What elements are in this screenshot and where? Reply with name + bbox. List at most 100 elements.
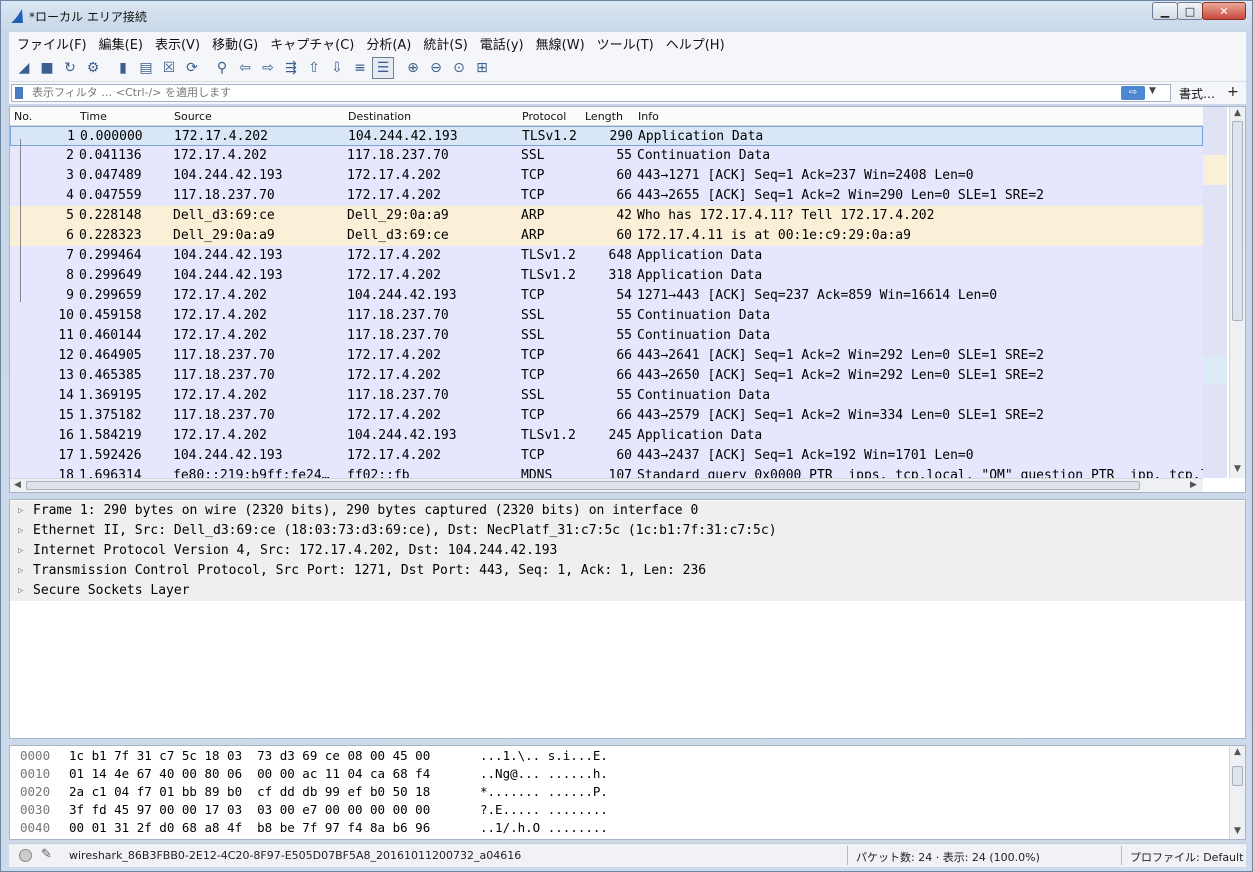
menu-item-1[interactable]: 編集(E) bbox=[95, 34, 151, 53]
hscroll-thumb[interactable] bbox=[26, 481, 1140, 490]
packet-row[interactable]: 18 1.696314 fe80::219:b9ff:fe24… ff02::fb MD… bbox=[10, 466, 1203, 478]
packet-row[interactable]: 7 0.299464 104.244.42.193 172.17.4.202 TLSv1… bbox=[10, 246, 1203, 266]
packet-info: Application Data bbox=[637, 248, 763, 263]
hex-dump-row[interactable]: 0040 00 01 31 2f d0 68 a8 4f b8 be 7f 97 … bbox=[10, 819, 1230, 837]
packet-row[interactable]: 1 0.000000 172.17.4.202 104.244.42.193 TLSv1… bbox=[10, 126, 1203, 146]
hex-ascii: *....... ......P. bbox=[480, 784, 608, 799]
forward-arrow-icon[interactable]: ⇨ bbox=[257, 57, 279, 79]
close-button[interactable]: ✕ bbox=[1202, 2, 1246, 20]
packet-list-vscroll[interactable]: ▲ ▼ bbox=[1229, 107, 1245, 478]
open-folder-icon[interactable]: ▮ bbox=[112, 57, 134, 79]
menu-item-8[interactable]: 無線(W) bbox=[532, 34, 593, 53]
packet-list-hscroll[interactable]: ◀ ▶ bbox=[10, 478, 1203, 492]
column-header-no[interactable]: No. bbox=[14, 110, 32, 123]
colorize-icon[interactable]: ☰ bbox=[372, 56, 394, 79]
packet-row[interactable]: 8 0.299649 104.244.42.193 172.17.4.202 TLSv1… bbox=[10, 266, 1203, 286]
restart-icon[interactable]: ↻ bbox=[59, 57, 81, 79]
zoom-in-icon[interactable]: ⊕ bbox=[402, 57, 424, 79]
menu-item-9[interactable]: ツール(T) bbox=[593, 34, 662, 53]
scroll-right-icon[interactable]: ▶ bbox=[1190, 480, 1197, 490]
hex-dump-row[interactable]: 0000 1c b1 7f 31 c7 5c 18 03 73 d3 69 ce … bbox=[10, 747, 1230, 765]
column-header-protocol[interactable]: Protocol bbox=[522, 110, 566, 123]
save-file-icon[interactable]: ▤ bbox=[135, 57, 157, 79]
stop-icon[interactable]: ■ bbox=[36, 57, 58, 79]
menu-item-2[interactable]: 表示(V) bbox=[151, 34, 208, 53]
column-header-length[interactable]: Length bbox=[585, 110, 623, 123]
profile-selector[interactable]: プロファイル: Default bbox=[1130, 849, 1243, 865]
column-header-time[interactable]: Time bbox=[80, 110, 107, 123]
hex-dump-row[interactable]: 0030 3f fd 45 97 00 00 17 03 03 00 e7 00 … bbox=[10, 801, 1230, 819]
packet-row[interactable]: 16 1.584219 172.17.4.202 104.244.42.193 TLSv… bbox=[10, 426, 1203, 446]
menu-item-3[interactable]: 移動(G) bbox=[208, 34, 266, 53]
detail-tree-row[interactable]: ▷ Ethernet II, Src: Dell_d3:69:ce (18:03:… bbox=[10, 521, 1245, 541]
shark-fin-start-icon[interactable]: ◢ bbox=[13, 57, 35, 79]
scroll-thumb[interactable] bbox=[1232, 121, 1243, 321]
menu-item-0[interactable]: ファイル(F) bbox=[13, 34, 95, 53]
scroll-down-icon[interactable]: ▼ bbox=[1234, 464, 1241, 474]
hex-dump-row[interactable]: 0010 01 14 4e 67 40 00 80 06 00 00 ac 11 … bbox=[10, 765, 1230, 783]
packet-row[interactable]: 4 0.047559 117.18.237.70 172.17.4.202 TCP 66 4… bbox=[10, 186, 1203, 206]
packet-row[interactable]: 3 0.047489 104.244.42.193 172.17.4.202 TCP 60… bbox=[10, 166, 1203, 186]
back-arrow-icon[interactable]: ⇦ bbox=[234, 57, 256, 79]
menu-item-6[interactable]: 統計(S) bbox=[419, 34, 475, 53]
reload-icon[interactable]: ⟳ bbox=[181, 57, 203, 79]
detail-tree-row[interactable]: ▷ Transmission Control Protocol, Src Port… bbox=[10, 561, 1245, 581]
menu-item-10[interactable]: ヘルプ(H) bbox=[662, 34, 733, 53]
menu-item-5[interactable]: 分析(A) bbox=[362, 34, 419, 53]
expand-arrow-icon[interactable]: ▷ bbox=[18, 501, 23, 521]
maximize-button[interactable]: □ bbox=[1177, 2, 1203, 20]
expand-arrow-icon[interactable]: ▷ bbox=[18, 521, 23, 541]
detail-tree-row[interactable]: ▷ Secure Sockets Layer bbox=[10, 581, 1245, 601]
expert-info-icon[interactable] bbox=[19, 849, 32, 862]
scroll-thumb[interactable] bbox=[1232, 766, 1243, 786]
packet-src: Dell_29:0a:a9 bbox=[173, 228, 275, 243]
options-gear-icon[interactable]: ⚙ bbox=[82, 57, 104, 79]
scroll-down-icon[interactable]: ▼ bbox=[1234, 826, 1241, 836]
hex-dump-row[interactable]: 0020 2a c1 04 f7 01 bb 89 b0 cf dd db 99 … bbox=[10, 783, 1230, 801]
menu-item-4[interactable]: キャプチャ(C) bbox=[266, 34, 362, 53]
detail-tree-row[interactable]: ▷ Frame 1: 290 bytes on wire (2320 bits),… bbox=[10, 501, 1245, 521]
last-packet-icon[interactable]: ⇩ bbox=[326, 57, 348, 79]
packet-row[interactable]: 17 1.592426 104.244.42.193 172.17.4.202 TCP 6… bbox=[10, 446, 1203, 466]
packet-row[interactable]: 15 1.375182 117.18.237.70 172.17.4.202 TCP 66… bbox=[10, 406, 1203, 426]
expand-arrow-icon[interactable]: ▷ bbox=[18, 541, 23, 561]
comment-edit-icon[interactable]: ✎ bbox=[41, 847, 52, 862]
packet-src: 172.17.4.202 bbox=[173, 388, 267, 403]
expression-button[interactable]: 書式… bbox=[1179, 85, 1215, 102]
packet-row[interactable]: 6 0.228323 Dell_29:0a:a9 Dell_d3:69:ce ARP 60… bbox=[10, 226, 1203, 246]
scroll-up-icon[interactable]: ▲ bbox=[1234, 108, 1241, 118]
column-header-info[interactable]: Info bbox=[638, 110, 659, 123]
add-filter-button[interactable]: + bbox=[1227, 84, 1239, 100]
packet-row[interactable]: 10 0.459158 172.17.4.202 117.18.237.70 SSL 55… bbox=[10, 306, 1203, 326]
scroll-left-icon[interactable]: ◀ bbox=[14, 480, 21, 490]
first-packet-icon[interactable]: ⇧ bbox=[303, 57, 325, 79]
column-header-destination[interactable]: Destination bbox=[348, 110, 411, 123]
packet-row[interactable]: 11 0.460144 172.17.4.202 117.18.237.70 SSL 55… bbox=[10, 326, 1203, 346]
expand-arrow-icon[interactable]: ▷ bbox=[18, 581, 23, 601]
filter-history-dropdown[interactable]: ▼ bbox=[1149, 86, 1156, 96]
find-icon[interactable]: ⚲ bbox=[211, 57, 233, 79]
scroll-up-icon[interactable]: ▲ bbox=[1234, 747, 1241, 757]
packet-row[interactable]: 12 0.464905 117.18.237.70 172.17.4.202 TCP 66… bbox=[10, 346, 1203, 366]
display-filter-input[interactable]: 表示フィルタ … <Ctrl-/> を適用します bbox=[11, 84, 1171, 102]
packet-row[interactable]: 2 0.041136 172.17.4.202 117.18.237.70 SSL 55 C… bbox=[10, 146, 1203, 166]
resize-columns-icon[interactable]: ⊞ bbox=[471, 57, 493, 79]
zoom-normal-icon[interactable]: ⊙ bbox=[448, 57, 470, 79]
detail-tree-row[interactable]: ▷ Internet Protocol Version 4, Src: 172.1… bbox=[10, 541, 1245, 561]
expand-arrow-icon[interactable]: ▷ bbox=[18, 561, 23, 581]
bytes-vscroll[interactable]: ▲ ▼ bbox=[1229, 746, 1245, 839]
packet-row[interactable]: 14 1.369195 172.17.4.202 117.18.237.70 SSL 55… bbox=[10, 386, 1203, 406]
packet-row[interactable]: 5 0.228148 Dell_d3:69:ce Dell_29:0a:a9 ARP 42… bbox=[10, 206, 1203, 226]
packet-row[interactable]: 9 0.299659 172.17.4.202 104.244.42.193 TCP 54… bbox=[10, 286, 1203, 306]
zoom-out-icon[interactable]: ⊖ bbox=[425, 57, 447, 79]
menu-item-7[interactable]: 電話(y) bbox=[476, 34, 532, 53]
close-file-icon[interactable]: ☒ bbox=[158, 57, 180, 79]
filter-bookmark-icon[interactable] bbox=[15, 87, 23, 99]
column-header-source[interactable]: Source bbox=[174, 110, 212, 123]
autoscroll-icon[interactable]: ≡ bbox=[349, 57, 371, 79]
minimize-button[interactable]: ▁ bbox=[1152, 2, 1178, 20]
packet-row[interactable]: 13 0.465385 117.18.237.70 172.17.4.202 TCP 66… bbox=[10, 366, 1203, 386]
packet-minimap[interactable] bbox=[1203, 107, 1227, 478]
apply-filter-button[interactable]: ⇨ bbox=[1121, 86, 1145, 100]
goto-packet-icon[interactable]: ⇶ bbox=[280, 57, 302, 79]
